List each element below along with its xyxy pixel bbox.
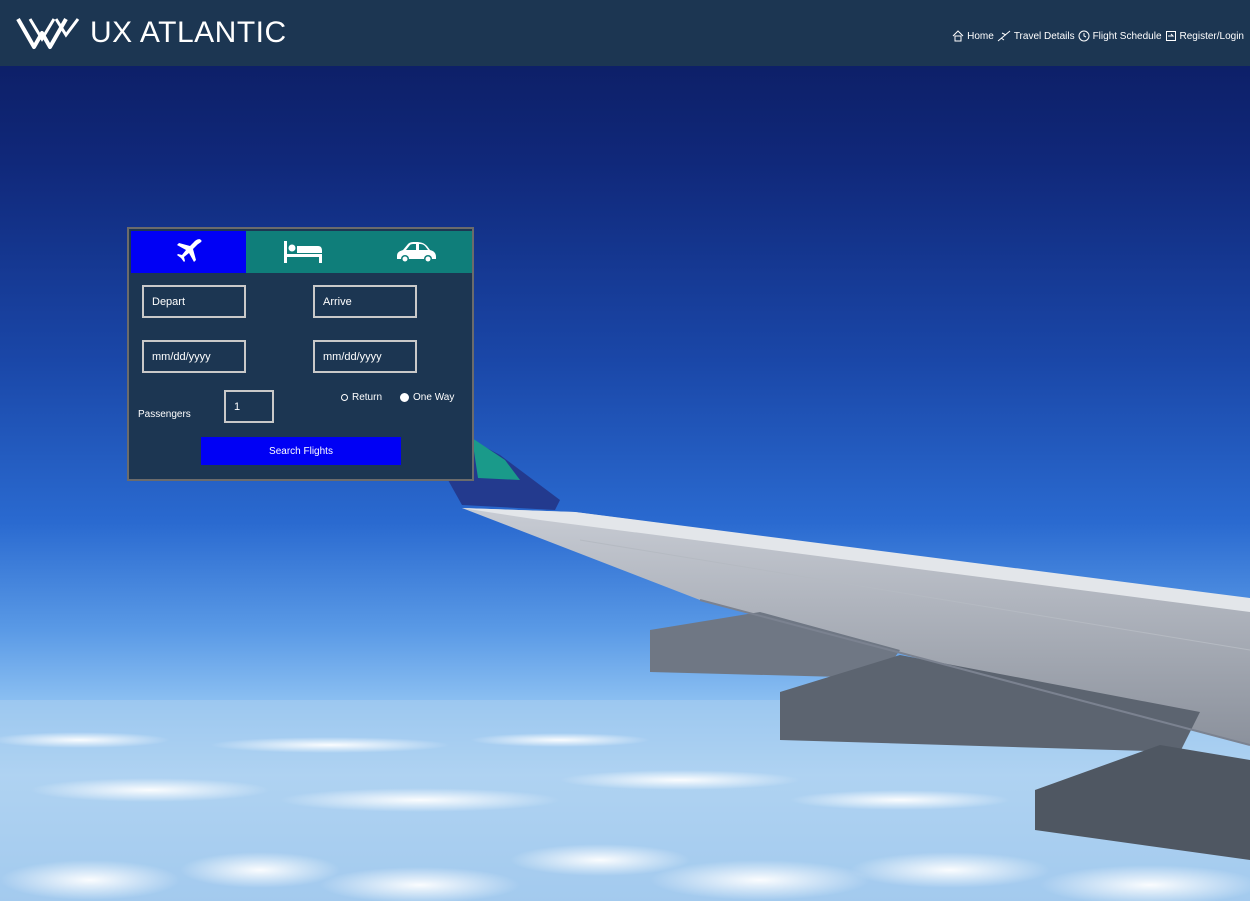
nav-label: Register/Login: [1179, 30, 1244, 42]
nav-home[interactable]: Home: [952, 30, 994, 42]
bed-icon: [283, 241, 322, 263]
passengers-input[interactable]: 1: [224, 390, 274, 423]
logo-icon: [16, 18, 80, 49]
booking-panel: Depart Arrive mm/dd/yyyy mm/dd/yyyy Pass…: [127, 227, 474, 481]
depart-date-input[interactable]: mm/dd/yyyy: [142, 340, 246, 373]
login-icon: [1165, 31, 1176, 41]
nav-register-login[interactable]: Register/Login: [1165, 30, 1244, 42]
plane-icon: [176, 239, 202, 262]
one-way-radio[interactable]: [400, 393, 410, 402]
return-radio[interactable]: [341, 394, 348, 401]
one-way-label: One Way: [413, 392, 455, 403]
arrive-input[interactable]: Arrive: [313, 285, 417, 318]
car-icon: [396, 242, 436, 263]
tab-hotel[interactable]: [246, 231, 359, 273]
tab-flight[interactable]: [131, 231, 246, 273]
main-nav: Home Travel Details Flight Schedule Regi…: [952, 30, 1244, 42]
nav-flight-schedule[interactable]: Flight Schedule: [1078, 30, 1162, 42]
home-icon: [952, 30, 964, 42]
nav-label: Home: [967, 30, 994, 42]
search-flights-button[interactable]: Search Flights: [201, 437, 401, 465]
booking-tabs: [131, 231, 472, 273]
nav-label: Flight Schedule: [1092, 30, 1162, 42]
plane-icon: [997, 30, 1011, 42]
nav-travel-details[interactable]: Travel Details: [997, 30, 1075, 42]
nav-label: Travel Details: [1013, 30, 1075, 42]
return-label: Return: [352, 392, 383, 403]
depart-input[interactable]: Depart: [142, 285, 246, 318]
brand-name: UX ATLANTIC: [90, 16, 287, 49]
tab-car[interactable]: [359, 231, 472, 273]
brand-logo[interactable]: UX ATLANTIC: [16, 15, 287, 51]
clock-icon: [1078, 30, 1090, 42]
trip-type-group: Return One Way: [341, 392, 454, 403]
passengers-label: Passengers: [138, 409, 191, 420]
arrive-date-input[interactable]: mm/dd/yyyy: [313, 340, 417, 373]
top-header: UX ATLANTIC Home Travel Details Flight S…: [0, 0, 1250, 66]
